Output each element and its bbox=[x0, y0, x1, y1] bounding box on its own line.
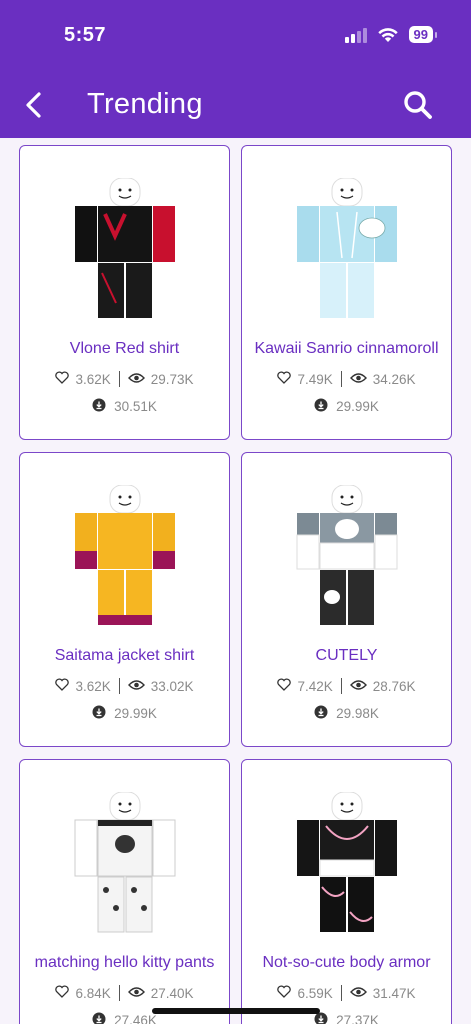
heart-icon bbox=[55, 678, 70, 694]
item-title: Not-so-cute body armor bbox=[262, 954, 431, 971]
downloads-count: 29.98K bbox=[336, 706, 379, 721]
item-title: Kawaii Sanrio cinnamoroll bbox=[254, 340, 439, 357]
eye-icon bbox=[127, 372, 145, 387]
app-header: 5:57 99 Trending bbox=[0, 0, 471, 138]
item-stats: 3.62K 29.73K bbox=[20, 371, 229, 387]
item-stats: 7.42K 28.76K bbox=[242, 678, 451, 694]
item-title: CUTELY bbox=[315, 647, 378, 664]
page-title: Trending bbox=[87, 88, 203, 120]
search-button[interactable] bbox=[401, 88, 435, 122]
stat-divider bbox=[118, 371, 120, 387]
item-downloads: 29.99K bbox=[242, 398, 451, 415]
item-card[interactable]: CUTELY 7.42K 28.76K 29.98K bbox=[241, 452, 452, 747]
outfit-preview-image bbox=[74, 792, 175, 933]
wifi-icon bbox=[377, 27, 398, 42]
item-grid: Vlone Red shirt 3.62K 29.73K 30.51K Kawa… bbox=[0, 138, 471, 1024]
heart-icon bbox=[55, 985, 70, 1001]
eye-icon bbox=[349, 679, 367, 694]
status-icons: 99 bbox=[344, 26, 438, 43]
item-downloads: 30.51K bbox=[20, 398, 229, 415]
views-count: 33.02K bbox=[150, 678, 194, 694]
item-card[interactable]: Kawaii Sanrio cinnamoroll 7.49K 34.26K 2… bbox=[241, 145, 452, 440]
heart-icon bbox=[277, 985, 292, 1001]
status-time: 5:57 bbox=[64, 24, 107, 46]
signal-icon bbox=[344, 27, 367, 43]
heart-icon bbox=[55, 371, 70, 387]
download-icon bbox=[314, 705, 328, 722]
likes-count: 6.59K bbox=[297, 985, 333, 1001]
item-stats: 7.49K 34.26K bbox=[242, 371, 451, 387]
likes-count: 3.62K bbox=[75, 678, 111, 694]
item-title: Saitama jacket shirt bbox=[54, 647, 195, 664]
item-stats: 6.84K 27.40K bbox=[20, 985, 229, 1001]
views-count: 27.40K bbox=[150, 985, 194, 1001]
outfit-preview-image bbox=[296, 485, 397, 625]
download-icon bbox=[92, 705, 106, 722]
search-icon bbox=[404, 91, 432, 119]
views-count: 31.47K bbox=[372, 985, 416, 1001]
downloads-count: 29.99K bbox=[114, 706, 157, 721]
outfit-preview-image bbox=[296, 792, 397, 932]
download-icon bbox=[92, 1012, 106, 1024]
likes-count: 3.62K bbox=[75, 371, 111, 387]
downloads-count: 27.46K bbox=[114, 1013, 157, 1024]
chevron-left-icon bbox=[26, 92, 41, 118]
likes-count: 7.42K bbox=[297, 678, 333, 694]
item-title: matching hello kitty pants bbox=[34, 954, 215, 971]
heart-icon bbox=[277, 371, 292, 387]
item-downloads: 29.99K bbox=[20, 705, 229, 722]
eye-icon bbox=[349, 986, 367, 1001]
eye-icon bbox=[127, 679, 145, 694]
item-card[interactable]: Vlone Red shirt 3.62K 29.73K 30.51K bbox=[19, 145, 230, 440]
likes-count: 6.84K bbox=[75, 985, 111, 1001]
downloads-count: 27.37K bbox=[336, 1013, 379, 1024]
item-title: Vlone Red shirt bbox=[69, 340, 180, 357]
views-count: 34.26K bbox=[372, 371, 416, 387]
stat-divider bbox=[118, 985, 120, 1001]
item-card[interactable]: Saitama jacket shirt 3.62K 33.02K 29.99K bbox=[19, 452, 230, 747]
stat-divider bbox=[340, 678, 342, 694]
views-count: 28.76K bbox=[372, 678, 416, 694]
stat-divider bbox=[340, 371, 342, 387]
download-icon bbox=[92, 398, 106, 415]
item-card[interactable]: Not-so-cute body armor 6.59K 31.47K 27.3… bbox=[241, 759, 452, 1024]
download-icon bbox=[314, 398, 328, 415]
eye-icon bbox=[349, 372, 367, 387]
eye-icon bbox=[127, 986, 145, 1001]
outfit-preview-image bbox=[74, 178, 175, 318]
stat-divider bbox=[118, 678, 120, 694]
heart-icon bbox=[277, 678, 292, 694]
item-downloads: 29.98K bbox=[242, 705, 451, 722]
downloads-count: 30.51K bbox=[114, 399, 157, 414]
outfit-preview-image bbox=[74, 485, 175, 625]
item-stats: 6.59K 31.47K bbox=[242, 985, 451, 1001]
back-button[interactable] bbox=[20, 88, 48, 122]
outfit-preview-image bbox=[296, 178, 397, 318]
likes-count: 7.49K bbox=[297, 371, 333, 387]
downloads-count: 29.99K bbox=[336, 399, 379, 414]
battery-icon: 99 bbox=[408, 26, 438, 43]
stat-divider bbox=[340, 985, 342, 1001]
item-card[interactable]: matching hello kitty pants 6.84K 27.40K … bbox=[19, 759, 230, 1024]
views-count: 29.73K bbox=[150, 371, 194, 387]
home-indicator[interactable] bbox=[152, 1008, 320, 1014]
item-stats: 3.62K 33.02K bbox=[20, 678, 229, 694]
